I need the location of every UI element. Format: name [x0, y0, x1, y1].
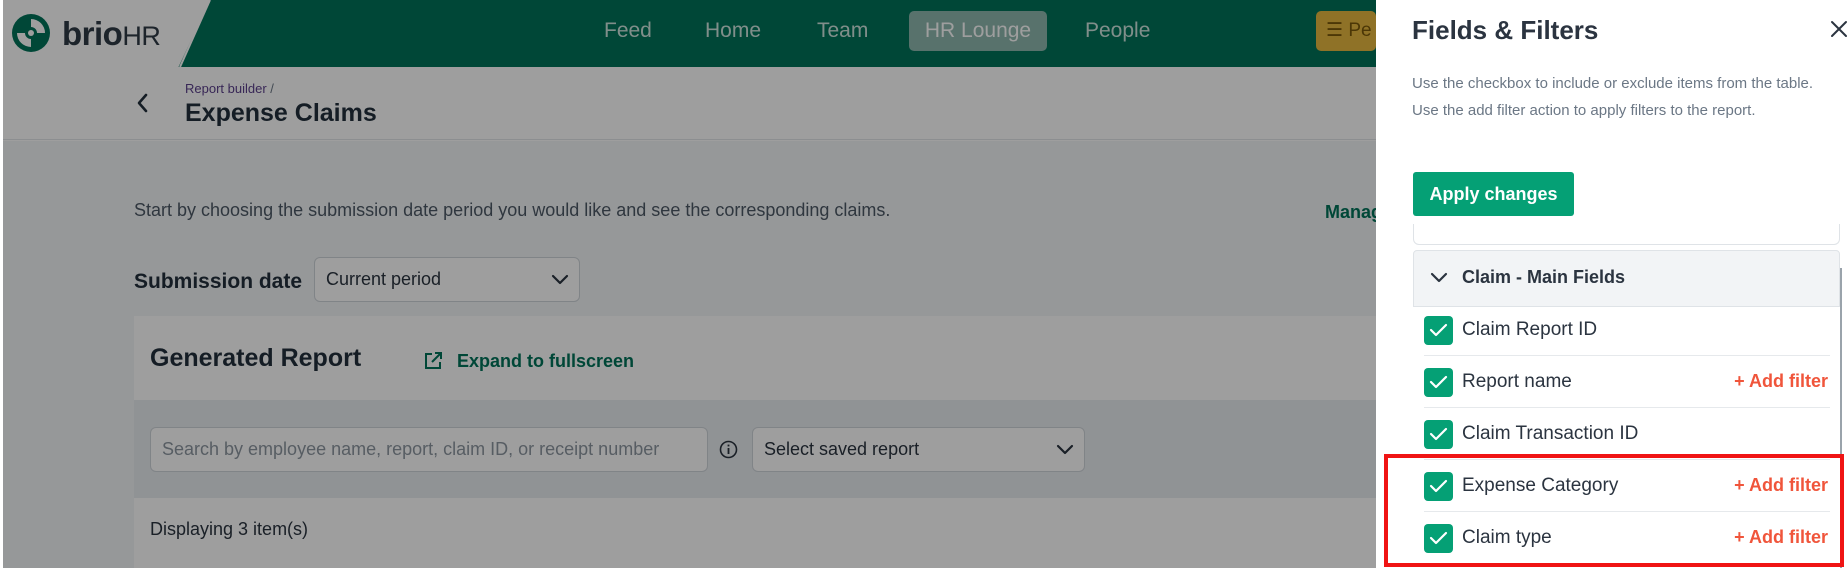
field-label: Claim Report ID [1462, 319, 1598, 340]
checkmark-icon [1429, 375, 1448, 389]
apply-changes-button[interactable]: Apply changes [1413, 172, 1574, 216]
panel-description: Use the checkbox to include or exclude i… [1412, 75, 1814, 119]
previous-field-group [1413, 224, 1840, 245]
field-label: Report name [1462, 371, 1572, 392]
checkmark-icon [1429, 323, 1448, 337]
field-checkbox[interactable] [1424, 316, 1453, 345]
claim-main-fields-label: Claim - Main Fields [1462, 267, 1626, 287]
close-icon[interactable] [1829, 19, 1847, 39]
field-row-claim-report-id: Claim Report ID [1424, 304, 1830, 356]
checkmark-icon [1429, 427, 1448, 441]
field-row-report-name: Report name + Add filter [1424, 356, 1830, 408]
field-checkbox[interactable] [1424, 368, 1453, 397]
left-edge [0, 0, 3, 568]
chevron-down-icon [1430, 272, 1448, 283]
field-label: Claim Transaction ID [1462, 423, 1639, 444]
panel-title: Fields & Filters [1412, 15, 1599, 45]
add-filter-link[interactable]: + Add filter [1734, 371, 1828, 392]
highlight-annotation-box [1384, 454, 1844, 567]
field-checkbox[interactable] [1424, 420, 1453, 449]
field-row-claim-transaction-id: Claim Transaction ID [1424, 408, 1830, 460]
modal-backdrop[interactable] [0, 0, 1376, 568]
